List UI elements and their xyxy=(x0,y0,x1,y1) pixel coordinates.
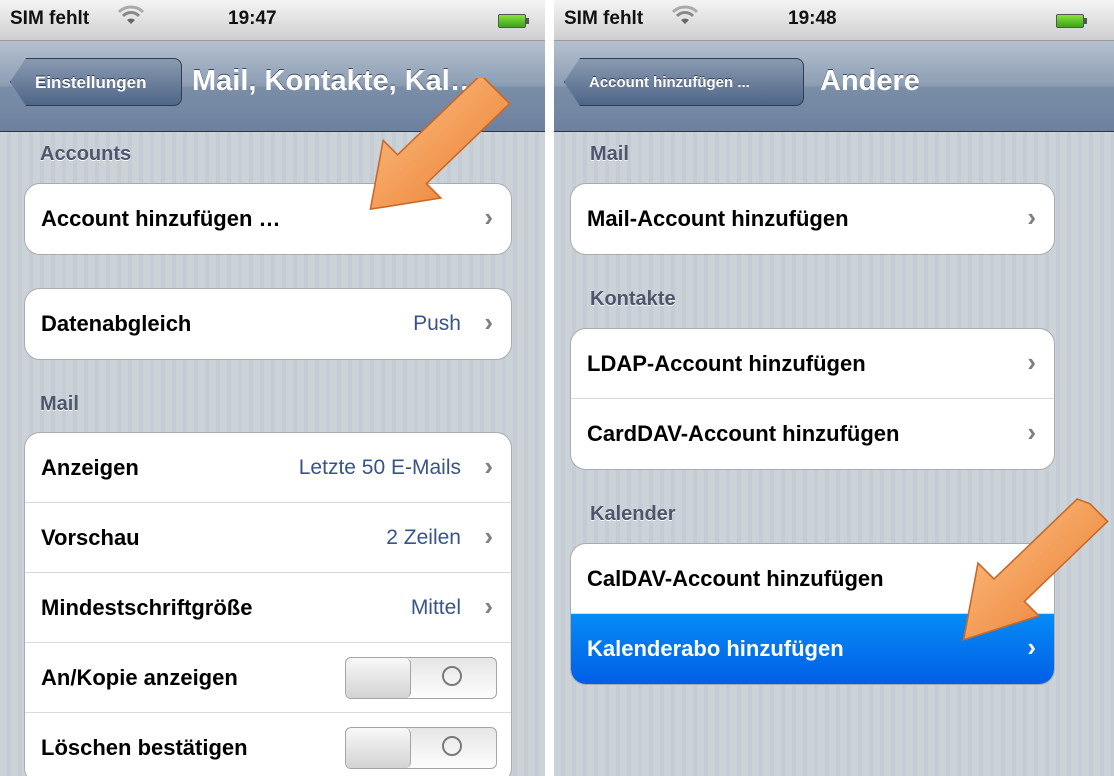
carrier-label: SIM fehlt xyxy=(10,8,90,29)
mail-group: Anzeigen Letzte 50 E-Mails › Vorschau 2 … xyxy=(24,432,512,776)
toggle-knob[interactable] xyxy=(346,728,411,768)
row-label: LDAP-Account hinzufügen xyxy=(587,351,866,376)
row-label: Vorschau xyxy=(41,525,140,550)
cc-toggle[interactable] xyxy=(345,657,497,699)
section-header-mail: Mail xyxy=(590,143,629,165)
row-label: CardDAV-Account hinzufügen xyxy=(587,421,900,446)
row-label: Mail-Account hinzufügen xyxy=(587,206,849,231)
contacts-group: LDAP-Account hinzufügen › CardDAV-Accoun… xyxy=(570,328,1055,470)
arrow-pointer-icon xyxy=(962,498,1109,641)
status-time: 19:48 xyxy=(788,8,837,29)
fetch-group: Datenabgleich Push › xyxy=(24,288,512,360)
row-label: Datenabgleich xyxy=(41,311,192,336)
page-title: Andere xyxy=(820,65,920,97)
wifi-icon xyxy=(117,4,145,34)
navigation-bar: Account hinzufügen ... Andere xyxy=(554,41,1114,132)
font-size-row[interactable]: Mindestschriftgröße Mittel › xyxy=(25,573,511,643)
right-screen: SIM fehlt 19:48 Account hinzufügen ... A… xyxy=(554,0,1114,776)
row-label: Löschen bestätigen xyxy=(41,735,248,760)
row-value: Mittel xyxy=(410,596,461,619)
row-label: Kalenderabo hinzufügen xyxy=(587,636,844,661)
back-button[interactable]: Einstellungen xyxy=(10,58,182,106)
row-value: 2 Zeilen xyxy=(386,526,461,549)
confirm-delete-row: Löschen bestätigen xyxy=(25,713,511,776)
section-header-mail: Mail xyxy=(40,393,79,415)
left-screen: SIM fehlt 19:47 Einstellungen Mail, Kont… xyxy=(0,0,545,776)
status-bar: SIM fehlt 19:47 xyxy=(0,0,545,41)
back-button[interactable]: Account hinzufügen ... xyxy=(564,58,804,106)
show-row[interactable]: Anzeigen Letzte 50 E-Mails › xyxy=(25,433,511,503)
row-value: Push xyxy=(413,312,461,335)
row-label: Mindestschriftgröße xyxy=(41,595,253,620)
status-time: 19:47 xyxy=(228,8,277,29)
chevron-right-icon: › xyxy=(484,591,493,621)
row-label: Account hinzufügen … xyxy=(41,206,281,231)
cc-row: An/Kopie anzeigen xyxy=(25,643,511,713)
chevron-right-icon: › xyxy=(484,521,493,551)
carrier-label: SIM fehlt xyxy=(564,8,644,29)
fetch-row[interactable]: Datenabgleich Push › xyxy=(25,289,511,359)
ldap-row[interactable]: LDAP-Account hinzufügen › xyxy=(571,329,1054,399)
battery-icon xyxy=(498,14,529,28)
row-label: CalDAV-Account hinzufügen xyxy=(587,566,884,591)
mail-group: Mail-Account hinzufügen › xyxy=(570,183,1055,255)
wifi-icon xyxy=(671,4,699,34)
status-bar: SIM fehlt 19:48 xyxy=(554,0,1114,41)
carddav-row[interactable]: CardDAV-Account hinzufügen › xyxy=(571,399,1054,469)
mail-account-row[interactable]: Mail-Account hinzufügen › xyxy=(571,184,1054,254)
section-header-calendar: Kalender xyxy=(590,503,676,525)
toggle-off-icon xyxy=(442,736,462,756)
chevron-right-icon: › xyxy=(484,307,493,337)
row-label: Anzeigen xyxy=(41,455,139,480)
toggle-knob[interactable] xyxy=(346,658,411,698)
chevron-right-icon: › xyxy=(1027,417,1036,447)
chevron-right-icon: › xyxy=(1027,202,1036,232)
chevron-right-icon: › xyxy=(484,451,493,481)
preview-row[interactable]: Vorschau 2 Zeilen › xyxy=(25,503,511,573)
arrow-pointer-icon xyxy=(369,78,511,211)
confirm-delete-toggle[interactable] xyxy=(345,727,497,769)
section-header-contacts: Kontakte xyxy=(590,288,676,310)
row-label: An/Kopie anzeigen xyxy=(41,665,238,690)
toggle-off-icon xyxy=(442,666,462,686)
row-value: Letzte 50 E-Mails xyxy=(298,456,461,479)
chevron-right-icon: › xyxy=(1027,347,1036,377)
battery-icon xyxy=(1056,14,1087,28)
section-header-accounts: Accounts xyxy=(40,143,132,165)
